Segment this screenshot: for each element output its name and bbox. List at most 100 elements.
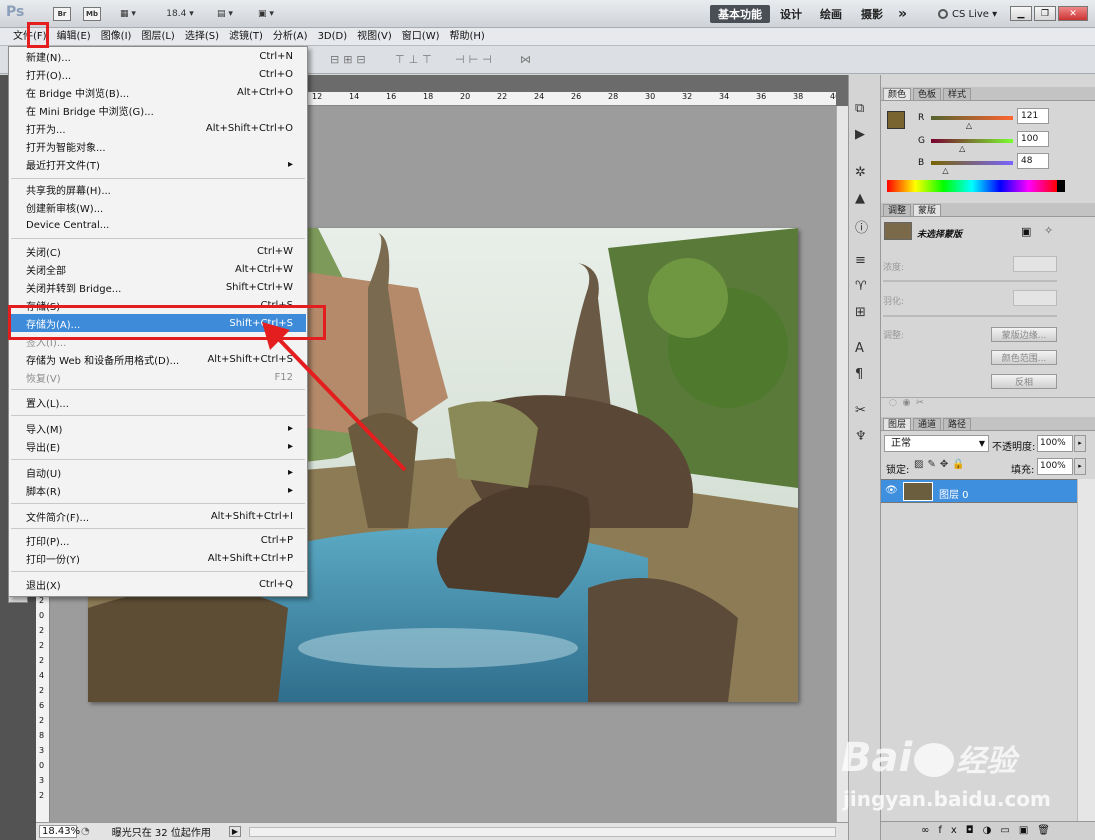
menu-image[interactable]: 图像(I): [96, 29, 137, 45]
tab-masks[interactable]: 蒙版: [913, 204, 942, 216]
fill-field[interactable]: 100%: [1037, 458, 1073, 475]
actions-icon[interactable]: ▶: [855, 127, 865, 142]
distribute-icons[interactable]: ⊤⊥⊤: [395, 53, 450, 67]
layer-row[interactable]: 👁 图层 0: [881, 479, 1077, 503]
black-swatch[interactable]: [1057, 180, 1065, 192]
view-extras-button[interactable]: ▦ ▾: [113, 5, 143, 23]
b-value[interactable]: 48: [1017, 153, 1049, 169]
file-menu-item[interactable]: 新建(N)... Ctrl+N: [10, 47, 306, 65]
menu-analysis[interactable]: 分析(A): [268, 29, 313, 45]
horizontal-scrollbar[interactable]: [248, 826, 836, 837]
blend-mode-select[interactable]: 正常 ▼: [884, 435, 989, 452]
file-menu-item[interactable]: Device Central...: [10, 216, 306, 234]
file-menu-item[interactable]: 在 Mini Bridge 中浏览(G)...: [10, 101, 306, 119]
tab-styles[interactable]: 样式: [943, 88, 972, 100]
file-menu-item[interactable]: 在 Bridge 中浏览(B)... Alt+Ctrl+O: [10, 83, 306, 101]
tab-channels[interactable]: 通道: [913, 418, 942, 430]
g-value[interactable]: 100: [1017, 131, 1049, 147]
masks-footer-icons[interactable]: ◌ ◉ ✂: [881, 397, 1095, 411]
workspace-essentials[interactable]: 基本功能: [710, 5, 770, 23]
cs-live-button[interactable]: CS Live ▾: [930, 5, 1005, 23]
eye-icon[interactable]: 👁: [885, 485, 898, 496]
file-menu-item[interactable]: 关闭全部 Alt+Ctrl+W: [10, 260, 306, 278]
file-menu-item[interactable]: 文件简介(F)... Alt+Shift+Ctrl+I: [10, 507, 306, 525]
tab-color[interactable]: 颜色: [883, 88, 912, 100]
auto-align-icon[interactable]: ⋈: [520, 53, 538, 67]
mini-bridge-button[interactable]: Mb: [82, 5, 102, 23]
layers-footer-icons[interactable]: ∞fx◘◑▭▣🗑: [881, 821, 1095, 840]
zoom-level-dropdown[interactable]: 18.4 ▾: [160, 5, 200, 23]
distribute-horizontal-icons[interactable]: ⊣⊢⊣: [455, 53, 510, 67]
b-slider-thumb[interactable]: △: [942, 166, 948, 175]
opacity-field[interactable]: 100%: [1037, 435, 1073, 452]
mask-edge-button[interactable]: 蒙版边缘...: [991, 327, 1057, 342]
screen-mode-button[interactable]: ▣ ▾: [250, 5, 282, 23]
invert-button[interactable]: 反相: [991, 374, 1057, 389]
file-menu-item[interactable]: 退出(X) Ctrl+Q: [10, 575, 306, 593]
feather-slider[interactable]: [883, 315, 1057, 317]
clone-source-icon[interactable]: ♈: [855, 279, 867, 294]
file-menu-item[interactable]: 关闭并转到 Bridge... Shift+Ctrl+W: [10, 278, 306, 296]
menu-3d[interactable]: 3D(D): [313, 29, 353, 45]
lock-icons[interactable]: ▨✎✥🔒: [914, 459, 969, 470]
b-slider[interactable]: [931, 161, 1013, 165]
status-menu-arrow[interactable]: ▶: [228, 826, 241, 837]
3d-icon[interactable]: ♆: [855, 429, 867, 444]
menu-filter[interactable]: 滤镜(T): [224, 29, 268, 45]
menu-help[interactable]: 帮助(H): [445, 29, 490, 45]
fill-slider-toggle[interactable]: ▸: [1074, 458, 1086, 475]
file-menu-item[interactable]: 打开为... Alt+Shift+Ctrl+O: [10, 119, 306, 137]
file-menu-item[interactable]: 打开(O)... Ctrl+O: [10, 65, 306, 83]
file-menu-item[interactable]: 关闭(C) Ctrl+W: [10, 242, 306, 260]
layers-scrollbar[interactable]: [1077, 479, 1095, 821]
paragraph-icon[interactable]: ¶: [855, 367, 863, 382]
layer-name[interactable]: 图层 0: [939, 486, 969, 501]
file-menu-item[interactable]: 打印一份(Y) Alt+Shift+Ctrl+P: [10, 549, 306, 567]
tab-swatches[interactable]: 色板: [913, 88, 942, 100]
color-spectrum-bar[interactable]: [887, 180, 1057, 192]
r-slider[interactable]: [931, 116, 1013, 120]
density-field[interactable]: [1013, 256, 1057, 272]
menu-layer[interactable]: 图层(L): [136, 29, 179, 45]
menu-edit[interactable]: 编辑(E): [52, 29, 96, 45]
pixel-mask-icon[interactable]: ▣: [1021, 225, 1031, 238]
vertical-scrollbar[interactable]: [836, 106, 848, 822]
navigator-icon[interactable]: ✲: [855, 165, 866, 180]
zoom-field[interactable]: 18.43%: [39, 825, 80, 838]
brushes-icon[interactable]: ≡: [855, 253, 866, 268]
opacity-slider-toggle[interactable]: ▸: [1074, 435, 1086, 452]
file-menu-item[interactable]: 共享我的屏幕(H)...: [10, 180, 306, 198]
tab-paths[interactable]: 路径: [943, 418, 972, 430]
workspace-painting[interactable]: 绘画: [812, 5, 850, 23]
restore-button[interactable]: ❐: [1034, 6, 1056, 21]
close-window-button[interactable]: ✕: [1058, 6, 1088, 21]
menu-window[interactable]: 窗口(W): [397, 29, 445, 45]
r-value[interactable]: 121: [1017, 108, 1049, 124]
density-slider[interactable]: [883, 280, 1057, 282]
character-icon[interactable]: A: [855, 341, 864, 356]
info-icon[interactable]: ⓘ: [855, 217, 868, 236]
history-icon[interactable]: ⧉: [855, 101, 864, 116]
minimize-button[interactable]: ▁: [1010, 6, 1032, 21]
file-menu-item[interactable]: 打开为智能对象...: [10, 137, 306, 155]
arrange-documents-button[interactable]: ▤ ▾: [209, 5, 241, 23]
g-slider[interactable]: [931, 139, 1013, 143]
menu-view[interactable]: 视图(V): [352, 29, 397, 45]
menu-select[interactable]: 选择(S): [180, 29, 224, 45]
workspace-photography[interactable]: 摄影: [853, 5, 891, 23]
feather-field[interactable]: [1013, 290, 1057, 306]
tool-presets-icon[interactable]: ⊞: [855, 305, 866, 320]
tab-layers[interactable]: 图层: [883, 418, 912, 430]
tab-adjustments[interactable]: 调整: [883, 204, 912, 216]
bridge-button[interactable]: Br: [52, 5, 72, 23]
g-slider-thumb[interactable]: △: [959, 144, 965, 153]
foreground-color-swatch[interactable]: [887, 111, 905, 129]
file-menu-item[interactable]: 最近打开文件(T) ▸: [10, 155, 306, 173]
color-range-button[interactable]: 颜色范围...: [991, 350, 1057, 365]
file-menu-item[interactable]: 创建新审核(W)...: [10, 198, 306, 216]
r-slider-thumb[interactable]: △: [966, 121, 972, 130]
tools-icon[interactable]: ✂: [855, 403, 866, 418]
file-menu-item[interactable]: 打印(P)... Ctrl+P: [10, 531, 306, 549]
file-menu-item[interactable]: 脚本(R) ▸: [10, 481, 306, 499]
align-icons[interactable]: ⊟⊞⊟: [330, 53, 390, 67]
